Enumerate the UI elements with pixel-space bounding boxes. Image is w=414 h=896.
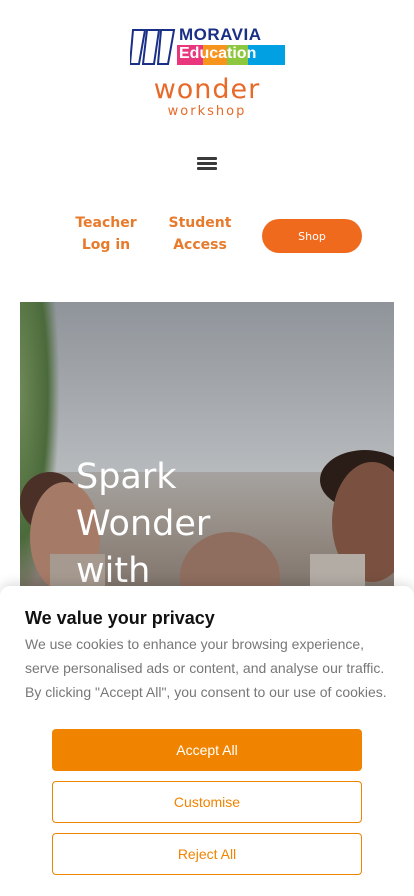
brand-top-text: MORAVIA — [179, 25, 262, 44]
customise-button[interactable]: Customise — [52, 781, 362, 823]
hero-title-line2: Wonder — [76, 504, 211, 544]
moravia-education-logo: MORAVIA Education — [130, 25, 286, 68]
hero-title: Spark Wonder with — [76, 454, 276, 595]
teacher-login-line2: Log in — [81, 237, 131, 253]
brand-bottom-text: Education — [179, 45, 257, 62]
student-access-line1: Student — [168, 215, 232, 231]
student-access-line2: Access — [173, 237, 227, 253]
accept-all-button[interactable]: Accept All — [52, 729, 362, 771]
moravia-mark-icon — [130, 29, 176, 65]
cookie-description: We use cookies to enhance your browsing … — [25, 636, 387, 700]
hero-banner: Spark Wonder with — [20, 302, 394, 602]
wonder-logo-text: wonder — [153, 74, 261, 105]
student-access-link[interactable]: Student Access — [160, 212, 240, 256]
hero-sky — [20, 302, 394, 472]
workshop-logo-text: workshop — [167, 104, 247, 119]
teacher-login-line1: Teacher — [75, 215, 137, 231]
menu-toggle-icon[interactable] — [197, 157, 217, 173]
shop-button[interactable]: Shop — [262, 219, 362, 253]
site-logo[interactable]: MORAVIA Education wonder workshop — [0, 24, 414, 120]
cookie-title: We value your privacy — [25, 608, 215, 628]
teacher-login-link[interactable]: Teacher Log in — [66, 212, 146, 256]
reject-all-button[interactable]: Reject All — [52, 833, 362, 875]
hero-title-line1: Spark — [76, 457, 177, 497]
